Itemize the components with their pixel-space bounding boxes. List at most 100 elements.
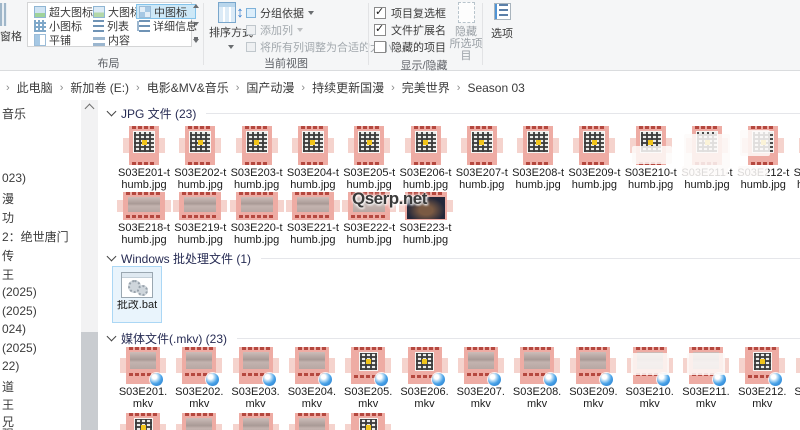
tree-item[interactable]: 漫 [2, 190, 14, 207]
add-columns-button[interactable]: 添加列 [246, 22, 303, 38]
checkbox-row-2[interactable]: 文件扩展名 [374, 22, 446, 38]
file-item[interactable]: S03E208. mkv [510, 345, 564, 410]
file-item[interactable]: S03E203. mkv [229, 345, 283, 410]
chevron-down-icon[interactable] [106, 106, 117, 117]
address-bar[interactable]: › 此电脑 › 新加卷 (E:) › 电影&MV&音乐 › 国产动漫 › 持续更新国漫 › 完美世界 ›… [0, 71, 800, 100]
chevron-down-icon[interactable] [106, 251, 117, 262]
file-item[interactable]: S03E213-thumb.jpg [793, 124, 800, 191]
tree-item[interactable]: 王 [2, 396, 14, 413]
file-item[interactable]: S03E209. mkv [566, 345, 620, 410]
file-item-selected[interactable]: 批改.bat [112, 266, 162, 323]
file-item[interactable]: S03E204. mkv [285, 345, 339, 410]
breadcrumb-item[interactable]: 新加卷 (E:) [70, 79, 129, 96]
file-item[interactable] [229, 411, 283, 430]
file-item[interactable]: S03E203-t humb.jpg [230, 124, 284, 191]
thumbnail-text-band [132, 126, 156, 129]
size-columns-button[interactable]: 将所有列调整为合适的大小 [246, 39, 392, 55]
group-by-button[interactable]: 分组依据 [246, 5, 314, 21]
breadcrumb-separator-icon: › [301, 81, 306, 94]
file-item[interactable]: S03E205. mkv [341, 345, 395, 410]
file-item[interactable]: S03E219-t humb.jpg [173, 190, 228, 246]
breadcrumb-item[interactable]: 电影&MV&音乐 [147, 79, 229, 96]
navigation-pane-button[interactable]: 窗格 [0, 28, 22, 44]
file-item[interactable] [341, 411, 395, 430]
file-item[interactable] [116, 411, 170, 430]
tree-item[interactable]: 功 [2, 209, 14, 226]
file-label: humb.jpg [290, 234, 336, 246]
file-label: mkv [414, 398, 435, 410]
breadcrumb-item[interactable]: Season 03 [467, 81, 524, 95]
file-item[interactable]: S03E201-t humb.jpg [117, 124, 171, 191]
file-item[interactable]: S03E204-t humb.jpg [286, 124, 340, 191]
file-item[interactable]: S03E208-t humb.jpg [511, 124, 565, 191]
tree-item[interactable]: (2025) [2, 341, 37, 355]
file-item[interactable]: S03E201. mkv [116, 345, 170, 410]
tree-item[interactable]: 王 [2, 266, 14, 283]
hide-selected-items-button[interactable]: 隐藏 所选项目 [447, 2, 485, 62]
file-item[interactable]: S03E211. mkv [679, 345, 733, 410]
thumbnail-edge [610, 358, 617, 373]
checkbox-icon[interactable] [374, 41, 386, 53]
tree-item[interactable]: 2：绝世唐门 [2, 228, 69, 245]
layout-option-label: 平铺 [49, 34, 71, 47]
file-item[interactable]: S03E210. mkv [623, 345, 677, 410]
tree-item[interactable]: 023) [2, 171, 26, 185]
file-item[interactable]: S03E221-t humb.jpg [285, 190, 340, 246]
thumbnail-text-band [185, 347, 214, 350]
file-item[interactable]: S03E202-t humb.jpg [173, 124, 227, 191]
file-item[interactable]: S03E205-t humb.jpg [342, 124, 396, 191]
file-item[interactable]: S03E220-t humb.jpg [229, 190, 284, 246]
group-header[interactable]: Windows 批处理文件 (1) [106, 251, 800, 266]
file-label: S03E208. [512, 387, 562, 398]
file-label: S03E210-t [624, 168, 677, 179]
tree-item[interactable]: 22) [2, 359, 19, 373]
breadcrumb-item[interactable]: 此电脑 [17, 79, 53, 96]
navigation-pane-icon[interactable] [0, 3, 7, 26]
thumbnail-edge [554, 358, 561, 373]
breadcrumb-item[interactable]: 完美世界 [402, 79, 450, 96]
breadcrumb-item[interactable]: 持续更新国漫 [312, 79, 384, 96]
gallery-scroll-up-icon[interactable] [193, 4, 199, 8]
file-thumbnail [285, 192, 340, 220]
gallery-scroll-down-icon[interactable] [193, 21, 199, 26]
file-item[interactable] [172, 411, 226, 430]
layout-option-8[interactable]: 内容 [90, 32, 140, 47]
tree-item[interactable]: 音乐 [2, 105, 26, 122]
tree-item[interactable]: (2025) [2, 304, 37, 318]
checkbox-icon[interactable] [374, 5, 386, 19]
file-item[interactable] [285, 411, 339, 430]
qr-code-image [133, 131, 155, 153]
checkbox-row-1[interactable]: 项目复选框 [374, 5, 446, 21]
layout-option-6[interactable]: 详细信息 [136, 18, 197, 33]
gallery-more-icon[interactable] [193, 39, 199, 43]
tree-item[interactable]: 强 [2, 425, 14, 430]
checkbox-row-3[interactable]: 隐藏的项目 [374, 39, 446, 55]
group-header[interactable]: JPG 文件 (23) [106, 106, 800, 121]
file-item[interactable]: S03E207. mkv [454, 345, 508, 410]
group-header[interactable]: 媒体文件(.mkv) (23) [106, 331, 800, 346]
sidebar-scrollbar-thumb[interactable] [81, 332, 98, 430]
file-label: humb.jpg [684, 179, 730, 191]
file-item[interactable]: S03E210-t humb.jpg [624, 124, 678, 191]
file-item[interactable]: S03E209-t humb.jpg [567, 124, 621, 191]
file-item[interactable]: S03E213.mkv [792, 345, 800, 410]
file-item[interactable]: S03E206. mkv [398, 345, 452, 410]
breadcrumb-item[interactable]: 国产动漫 [246, 79, 294, 96]
options-button[interactable]: 选项 [487, 3, 517, 41]
file-item[interactable]: S03E212-thumb.jpg [736, 124, 790, 191]
checkbox-icon[interactable] [374, 22, 386, 36]
tree-item[interactable]: 024) [2, 322, 26, 336]
file-label: S03E204. [287, 387, 337, 398]
blurred-image [186, 352, 213, 369]
file-item[interactable]: S03E202. mkv [172, 345, 226, 410]
file-item[interactable]: S03E206-t humb.jpg [399, 124, 453, 191]
layout-option-7[interactable]: 平铺 [31, 32, 94, 47]
file-item[interactable]: S03E218-t humb.jpg [117, 190, 171, 246]
file-item[interactable]: S03E211-thumb.jpg [680, 124, 734, 191]
file-item[interactable]: S03E212. mkv [735, 345, 789, 410]
chevron-down-icon[interactable] [106, 331, 117, 342]
tree-item[interactable]: (2025) [2, 285, 37, 299]
tree-item[interactable]: 道 [2, 378, 14, 395]
file-item[interactable]: S03E207-t humb.jpg [455, 124, 509, 191]
tree-item[interactable]: 传 [2, 247, 14, 264]
